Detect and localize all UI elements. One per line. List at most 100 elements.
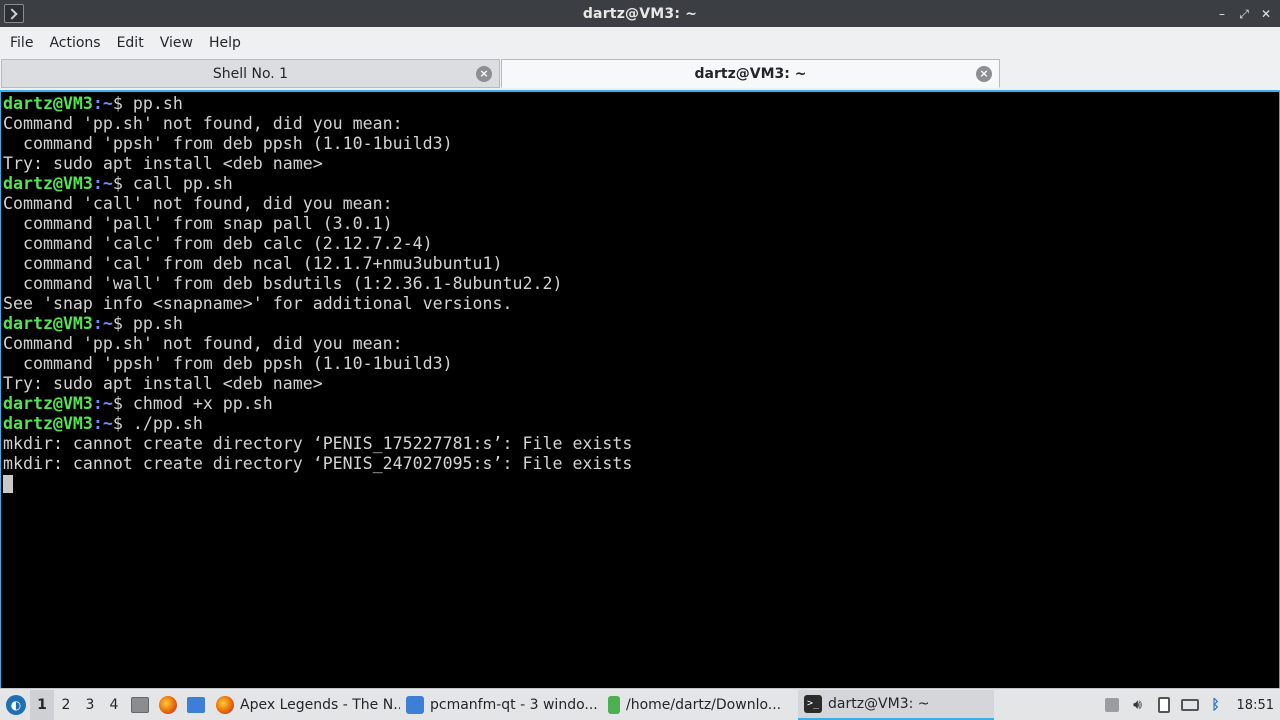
prompt-symbol: $: [112, 414, 133, 433]
prompt-user: dartz@VM3: [3, 174, 93, 193]
output-text: Command 'call' not found, did you mean:: [3, 194, 393, 213]
prompt-user: dartz@VM3: [3, 314, 93, 333]
taskbar: ◐ 1 2 3 4 Apex Legends - The N... pcmanf…: [0, 688, 1280, 720]
maximize-icon[interactable]: ⤢: [1238, 8, 1250, 20]
command-text: call pp.sh: [132, 174, 233, 193]
prompt-symbol: $: [112, 94, 133, 113]
terminal-output-line: command 'wall' from deb bsdutils (1:2.36…: [3, 274, 632, 294]
output-text: command 'pall' from snap pall (3.0.1): [3, 214, 393, 233]
bluetooth-icon[interactable]: ᛒ: [1205, 694, 1227, 716]
output-text: Command 'pp.sh' not found, did you mean:: [3, 114, 403, 133]
prompt-path: :~: [92, 414, 113, 433]
output-text: command 'wall' from deb bsdutils (1:2.36…: [3, 274, 563, 293]
terminal-output-line: Try: sudo apt install <deb name>: [3, 374, 632, 394]
firefox-icon: [159, 695, 177, 714]
prompt-symbol: $: [112, 314, 133, 333]
updates-icon[interactable]: [1101, 694, 1123, 716]
minimize-icon[interactable]: –: [1216, 8, 1228, 20]
output-text: Command 'pp.sh' not found, did you mean:: [3, 334, 403, 353]
lubuntu-logo-icon: ◐: [6, 694, 26, 715]
terminal-output-line: mkdir: cannot create directory ‘PENIS_17…: [3, 434, 632, 454]
tab-label: dartz@VM3: ~: [694, 65, 807, 82]
menu-view[interactable]: View: [152, 35, 201, 51]
command-text: chmod +x pp.sh: [132, 394, 273, 413]
task-apex-legends[interactable]: Apex Legends - The N...: [210, 690, 400, 720]
text-cursor: [3, 475, 13, 493]
quick-launch-file-manager[interactable]: [126, 690, 154, 720]
terminal-output-line: See 'snap info <snapname>' for additiona…: [3, 294, 632, 314]
task-label: pcmanfm-qt - 3 windo...: [430, 696, 598, 713]
command-text: pp.sh: [132, 94, 183, 113]
task-label: /home/dartz/Downlo...: [626, 696, 782, 713]
menu-file[interactable]: File: [2, 35, 41, 51]
terminal-command-line: dartz@VM3:~$ call pp.sh: [3, 174, 632, 194]
volume-icon[interactable]: 🔊︎: [1127, 694, 1149, 716]
tab-dartz-vm3[interactable]: dartz@VM3: ~ ×: [501, 59, 1000, 88]
output-text: Try: sudo apt install <deb name>: [3, 154, 323, 173]
terminal-app-icon[interactable]: [4, 4, 24, 23]
window-title: dartz@VM3: ~: [582, 5, 698, 22]
output-text: Try: sudo apt install <deb name>: [3, 374, 323, 393]
prompt-symbol: $: [112, 174, 133, 193]
menu-help[interactable]: Help: [201, 35, 249, 51]
command-text: pp.sh: [132, 314, 183, 333]
desktop-1[interactable]: 1: [30, 689, 54, 720]
terminal-output-line: command 'pall' from snap pall (3.0.1): [3, 214, 632, 234]
output-text: mkdir: cannot create directory ‘PENIS_24…: [3, 454, 633, 473]
prompt-path: :~: [92, 394, 113, 413]
firefox-icon: [216, 695, 234, 714]
clock: 18:51: [1236, 697, 1274, 713]
system-tray: 🔊︎ ᛒ 18:51: [1101, 689, 1280, 720]
desktop-icon: [187, 696, 205, 713]
close-icon[interactable]: ✕: [1260, 8, 1272, 20]
output-text: command 'cal' from deb ncal (12.1.7+nmu3…: [3, 254, 503, 273]
quick-launch-desktop[interactable]: [182, 690, 210, 720]
file-manager-icon: [131, 696, 149, 713]
task-home-dartz-downloads[interactable]: /home/dartz/Downlo...: [602, 690, 798, 720]
start-menu-button[interactable]: ◐: [2, 690, 30, 720]
terminal-output-line: command 'ppsh' from deb ppsh (1.10-1buil…: [3, 354, 632, 374]
terminal-output-line: command 'cal' from deb ncal (12.1.7+nmu3…: [3, 254, 632, 274]
output-text: mkdir: cannot create directory ‘PENIS_17…: [3, 434, 633, 453]
prompt-user: dartz@VM3: [3, 394, 93, 413]
tab-shell-no-1[interactable]: Shell No. 1 ×: [1, 59, 500, 88]
prompt-symbol: $: [112, 394, 133, 413]
output-text: See 'snap info <snapname>' for additiona…: [3, 294, 513, 313]
terminal-command-line: dartz@VM3:~$ chmod +x pp.sh: [3, 394, 632, 414]
tab-close-icon[interactable]: ×: [976, 66, 992, 82]
prompt-path: :~: [92, 314, 113, 333]
tab-label: Shell No. 1: [212, 65, 289, 82]
prompt-path: :~: [92, 94, 113, 113]
output-text: command 'ppsh' from deb ppsh (1.10-1buil…: [3, 134, 453, 153]
keyboard-icon[interactable]: [1179, 694, 1201, 716]
terminal-output-line: Command 'call' not found, did you mean:: [3, 194, 632, 214]
task-terminal[interactable]: >_ dartz@VM3: ~: [798, 689, 994, 720]
menu-actions[interactable]: Actions: [41, 35, 108, 51]
folder-icon: [406, 695, 424, 714]
clipboard-icon[interactable]: [1153, 694, 1175, 716]
window-controls: – ⤢ ✕: [1216, 0, 1272, 27]
tab-bar: Shell No. 1 × dartz@VM3: ~ ×: [0, 58, 1280, 90]
terminal-input-line[interactable]: [3, 474, 632, 494]
output-text: command 'ppsh' from deb ppsh (1.10-1buil…: [3, 354, 453, 373]
terminal-command-line: dartz@VM3:~$ pp.sh: [3, 314, 632, 334]
window-titlebar[interactable]: dartz@VM3: ~ – ⤢ ✕: [0, 0, 1280, 27]
tab-close-icon[interactable]: ×: [476, 66, 492, 82]
desktop-3[interactable]: 3: [78, 690, 102, 720]
output-text: command 'calc' from deb calc (2.12.7.2-4…: [3, 234, 433, 253]
menu-bar: File Actions Edit View Help: [0, 27, 1280, 58]
quick-launch-firefox[interactable]: [154, 690, 182, 720]
desktop-4[interactable]: 4: [102, 690, 126, 720]
archive-icon: [608, 695, 620, 714]
terminal-output-line: Command 'pp.sh' not found, did you mean:: [3, 114, 632, 134]
terminal-output-line: command 'calc' from deb calc (2.12.7.2-4…: [3, 234, 632, 254]
menu-edit[interactable]: Edit: [109, 35, 152, 51]
terminal-output: dartz@VM3:~$ pp.sh Command 'pp.sh' not fo…: [3, 94, 632, 494]
terminal-output-line: Command 'pp.sh' not found, did you mean:: [3, 334, 632, 354]
desktop-2[interactable]: 2: [54, 690, 78, 720]
terminal-view[interactable]: dartz@VM3:~$ pp.sh Command 'pp.sh' not fo…: [0, 90, 1280, 688]
task-label: dartz@VM3: ~: [828, 695, 930, 712]
prompt-user: dartz@VM3: [3, 414, 93, 433]
terminal-output-line: Try: sudo apt install <deb name>: [3, 154, 632, 174]
task-pcmanfm[interactable]: pcmanfm-qt - 3 windo...: [400, 690, 602, 720]
